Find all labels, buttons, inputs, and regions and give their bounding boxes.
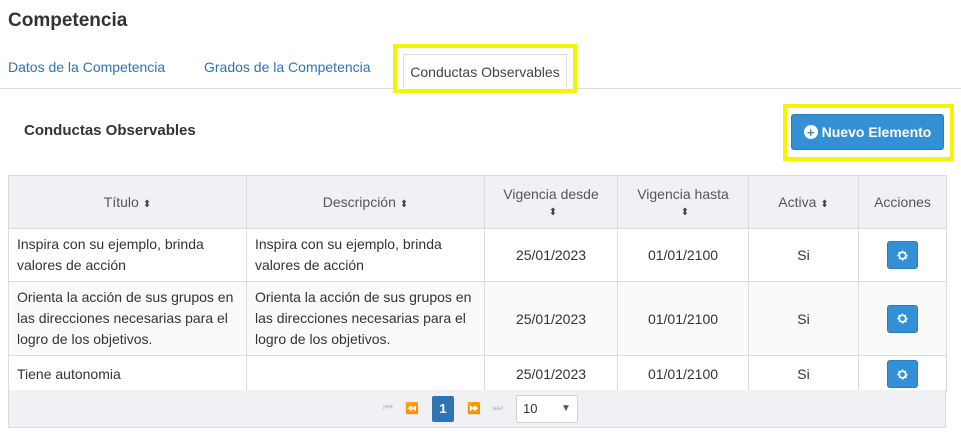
cell-vigencia-desde: 25/01/2023 [484,228,618,282]
cell-acciones [858,281,947,356]
row-actions-button[interactable] [887,241,918,269]
cell-vigencia-hasta: 01/01/2100 [617,281,749,356]
cell-titulo: Orienta la acción de sus grupos en las d… [8,281,247,356]
cell-vigencia-hasta: 01/01/2100 [617,355,749,393]
cell-vigencia-desde: 25/01/2023 [484,355,618,393]
tab-grados-competencia[interactable]: Grados de la Competencia [204,59,371,75]
cell-titulo: Tiene autonomia [8,355,247,393]
gear-icon [897,250,908,260]
cell-descripcion: Inspira con su ejemplo, brinda valores d… [246,228,485,282]
sort-icon: ⬍ [399,199,409,210]
table-row: Inspira con su ejemplo, brinda valores d… [8,228,947,282]
cell-activa: Si [748,281,859,356]
current-page-button[interactable]: 1 [432,395,454,422]
cell-titulo: Inspira con su ejemplo, brinda valores d… [8,228,247,282]
cell-activa: Si [748,355,859,393]
sort-icon: ⬍ [548,207,558,218]
sort-icon: ⬍ [142,199,152,210]
header-descripcion[interactable]: Descripción ⬍ [246,175,485,229]
table-row: Tiene autonomia 25/01/2023 01/01/2100 Si [8,355,947,393]
row-actions-button[interactable] [887,360,918,388]
sort-icon: ⬍ [680,207,690,218]
button-highlight: + Nuevo Elemento [783,104,954,161]
next-page-icon[interactable]: ⏩ [463,396,485,422]
page-title: Competencia [8,10,128,31]
conductas-table: Título ⬍ Descripción ⬍ Vigencia desde ⬍ Vig… [8,175,947,393]
header-vigencia-desde[interactable]: Vigencia desde ⬍ [484,175,618,229]
tab-datos-competencia[interactable]: Datos de la Competencia [8,59,165,75]
section-title: Conductas Observables [24,122,196,139]
header-titulo[interactable]: Título ⬍ [8,175,247,229]
cell-vigencia-desde: 25/01/2023 [484,281,618,356]
table-row: Orienta la acción de sus grupos en las d… [8,281,947,356]
cell-descripcion [246,355,485,393]
cell-vigencia-hasta: 01/01/2100 [617,228,749,282]
row-actions-button[interactable] [887,304,918,333]
tab-conductas-observables[interactable]: Conductas Observables [403,54,567,89]
header-acciones: Acciones [858,175,947,229]
cell-acciones [858,228,947,282]
gear-icon [897,313,908,324]
chevron-down-icon: ▼ [561,403,571,414]
header-activa[interactable]: Activa ⬍ [748,175,859,229]
sort-icon: ⬍ [820,199,829,210]
header-vigencia-hasta[interactable]: Vigencia hasta ⬍ [617,175,749,229]
gear-icon [897,369,908,379]
tab-highlight: Conductas Observables [393,44,577,93]
cell-descripcion: Orienta la acción de sus grupos en las d… [246,281,485,356]
pagination-bar: ⏮ ⏪ 1 ⏩ ⏭ 10 ▼ [8,390,946,428]
cell-activa: Si [748,228,859,282]
last-page-icon[interactable]: ⏭ [487,396,509,422]
first-page-icon[interactable]: ⏮ [377,396,399,422]
prev-page-icon[interactable]: ⏪ [401,396,423,422]
new-element-button[interactable]: + Nuevo Elemento [791,114,944,150]
cell-acciones [858,355,947,393]
new-element-label: Nuevo Elemento [821,124,932,140]
page-size-select[interactable]: 10 ▼ [516,394,578,423]
plus-circle-icon: + [803,125,818,139]
page-size-value: 10 [523,401,538,416]
